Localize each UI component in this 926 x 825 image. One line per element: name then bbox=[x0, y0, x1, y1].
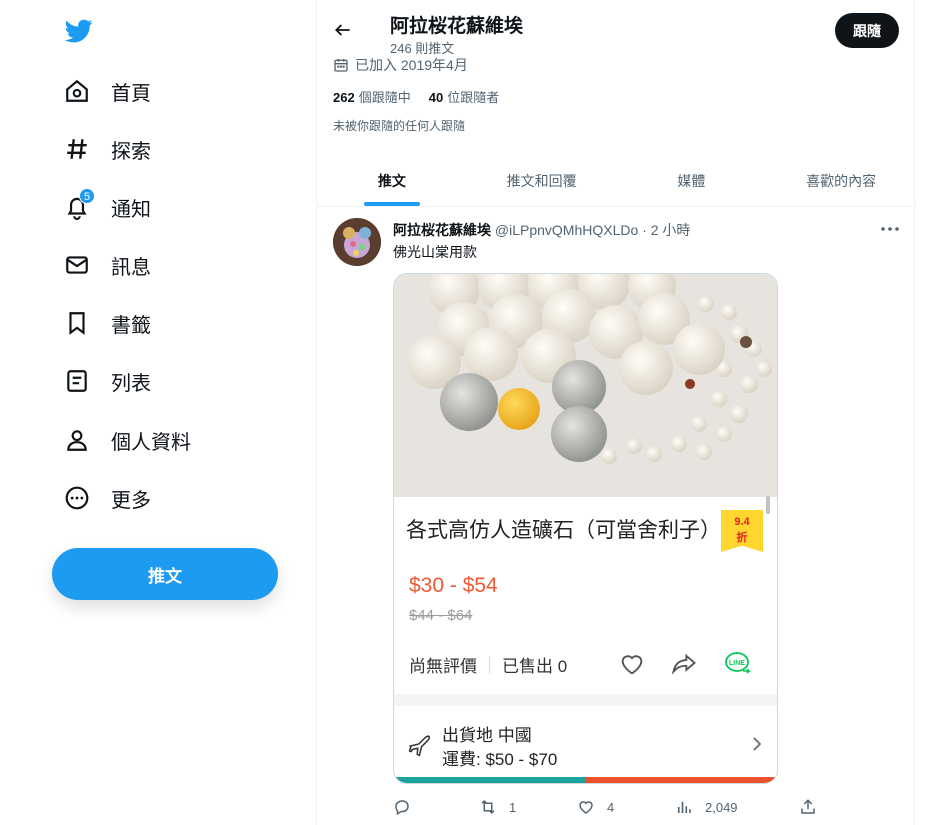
nav-notifications[interactable]: 5 通知 bbox=[62, 187, 151, 227]
profile-icon bbox=[62, 425, 92, 455]
retweet-icon bbox=[481, 799, 495, 815]
tab-tweets[interactable]: 推文 bbox=[317, 155, 467, 206]
original-price: $44 - $64 bbox=[409, 607, 473, 624]
joined-date: 已加入 2019年4月 bbox=[333, 55, 468, 75]
tweet-handle[interactable]: @iLPpnvQMhHQXLDo bbox=[495, 222, 638, 238]
upload-share-icon bbox=[801, 799, 815, 814]
hashtag-icon bbox=[62, 134, 92, 164]
tab-tweets-replies[interactable]: 推文和回覆 bbox=[467, 155, 617, 206]
list-icon bbox=[62, 366, 92, 396]
more-options-icon[interactable] bbox=[879, 220, 901, 238]
followers-count: 40 bbox=[428, 90, 444, 105]
accent-bar-red bbox=[586, 777, 777, 783]
following-count: 262 bbox=[333, 90, 355, 105]
tweet-text: 佛光山棠用款 bbox=[393, 244, 477, 260]
discount-badge: 9.4 折 bbox=[721, 510, 763, 552]
product-price: $30 - $54 bbox=[409, 574, 498, 597]
avatar[interactable] bbox=[333, 218, 381, 266]
views-count: 2,049 bbox=[705, 799, 738, 815]
airplane-icon bbox=[408, 735, 431, 757]
main-column: 阿拉桜花蘇維埃 246 則推文 跟隨 已加入 2019年4月 262 個跟隨中 4… bbox=[316, 0, 916, 825]
like-count: 4 bbox=[607, 799, 615, 815]
nav-lists-label: 列表 bbox=[111, 372, 151, 395]
chevron-right-icon[interactable] bbox=[751, 736, 763, 752]
followed-by-info: 未被你跟隨的任何人跟隨 bbox=[333, 119, 466, 133]
profile-name: 阿拉桜花蘇維埃 bbox=[390, 16, 524, 37]
profile-tabs: 推文 推文和回覆 媒體 喜歡的內容 bbox=[317, 155, 916, 207]
tweet-time[interactable]: · 2 小時 bbox=[642, 222, 690, 238]
nav-explore-label: 探索 bbox=[111, 140, 151, 163]
following-link[interactable]: 262 個跟隨中 bbox=[333, 87, 411, 106]
section-divider bbox=[394, 694, 777, 706]
joined-text: 已加入 2019年4月 bbox=[355, 57, 468, 73]
line-share-icon[interactable]: LINE bbox=[724, 650, 752, 678]
divider bbox=[489, 655, 490, 674]
nav-lists[interactable]: 列表 bbox=[62, 361, 151, 401]
shipping-fee: 運費: $50 - $70 bbox=[442, 750, 558, 769]
nav-notifications-label: 通知 bbox=[111, 198, 151, 221]
heart-icon[interactable] bbox=[618, 650, 646, 678]
nav-home[interactable]: 首頁 bbox=[62, 71, 151, 111]
nav-home-label: 首頁 bbox=[111, 82, 151, 105]
followers-link[interactable]: 40 位跟隨者 bbox=[429, 87, 499, 106]
twitter-bird-icon[interactable] bbox=[64, 17, 94, 45]
retweet-count: 1 bbox=[509, 799, 517, 815]
reply-button[interactable] bbox=[393, 795, 423, 819]
share-tweet-button[interactable] bbox=[799, 795, 817, 819]
card-scrollbar[interactable] bbox=[766, 496, 770, 514]
svg-text:LINE: LINE bbox=[729, 660, 745, 667]
more-circle-icon bbox=[62, 483, 92, 513]
shipping-origin: 出貨地 中國 bbox=[442, 726, 532, 745]
following-label: 個跟隨中 bbox=[358, 90, 411, 105]
share-icon[interactable] bbox=[670, 650, 698, 678]
like-button[interactable]: 4 bbox=[577, 795, 614, 819]
product-image bbox=[394, 274, 777, 497]
bookmark-icon bbox=[62, 308, 92, 338]
views-button[interactable]: 2,049 bbox=[675, 795, 738, 819]
retweet-button[interactable]: 1 bbox=[479, 795, 516, 819]
sold-count: 已售出 0 bbox=[502, 657, 568, 676]
nav-messages[interactable]: 訊息 bbox=[62, 245, 151, 285]
tweet-actions: 1 4 2,049 bbox=[393, 795, 823, 819]
nav-explore[interactable]: 探索 bbox=[62, 129, 151, 169]
nav-bookmarks-label: 書籤 bbox=[111, 314, 151, 337]
followers-label: 位跟隨者 bbox=[447, 90, 500, 105]
like-heart-icon bbox=[579, 801, 593, 814]
product-card[interactable]: 各式高仿人造礦石（可當舍利子） 9.4 折 $30 - $54 $44 - $6… bbox=[393, 273, 778, 784]
tab-media[interactable]: 媒體 bbox=[617, 155, 767, 206]
discount-value: 9.4 bbox=[734, 516, 750, 528]
follow-button[interactable]: 跟隨 bbox=[835, 13, 899, 48]
tweet-header: 阿拉桜花蘇維埃 @iLPpnvQMhHQXLDo · 2 小時 bbox=[393, 220, 690, 240]
sidebar: 首頁 探索 5 通知 訊息 書籤 列表 個人資料 更多 推文 bbox=[0, 0, 316, 825]
views-bar-chart-icon bbox=[677, 801, 691, 813]
nav-profile[interactable]: 個人資料 bbox=[62, 420, 191, 460]
mail-icon bbox=[62, 250, 92, 280]
home-icon bbox=[62, 76, 92, 106]
product-title: 各式高仿人造礦石（可當舍利子） bbox=[406, 519, 721, 542]
discount-unit: 折 bbox=[736, 532, 748, 544]
nav-more[interactable]: 更多 bbox=[62, 478, 151, 518]
accent-bar-teal bbox=[394, 777, 586, 783]
tab-likes[interactable]: 喜歡的內容 bbox=[766, 155, 916, 206]
nav-more-label: 更多 bbox=[111, 489, 151, 512]
bell-icon: 5 bbox=[62, 188, 95, 222]
tweet-author-name[interactable]: 阿拉桜花蘇維埃 bbox=[393, 222, 491, 238]
nav-messages-label: 訊息 bbox=[111, 256, 151, 279]
nav-profile-label: 個人資料 bbox=[111, 431, 191, 454]
rating-row: 尚無評價 已售出 0 bbox=[409, 652, 567, 677]
nav-bookmarks[interactable]: 書籤 bbox=[62, 303, 151, 343]
rating-text: 尚無評價 bbox=[409, 657, 477, 676]
reply-icon bbox=[395, 800, 409, 816]
compose-tweet-button[interactable]: 推文 bbox=[52, 548, 278, 600]
notification-badge: 5 bbox=[79, 188, 95, 204]
calendar-icon bbox=[334, 59, 348, 72]
follow-stats: 262 個跟隨中 40 位跟隨者 bbox=[333, 87, 499, 106]
back-arrow-icon[interactable] bbox=[333, 20, 353, 40]
